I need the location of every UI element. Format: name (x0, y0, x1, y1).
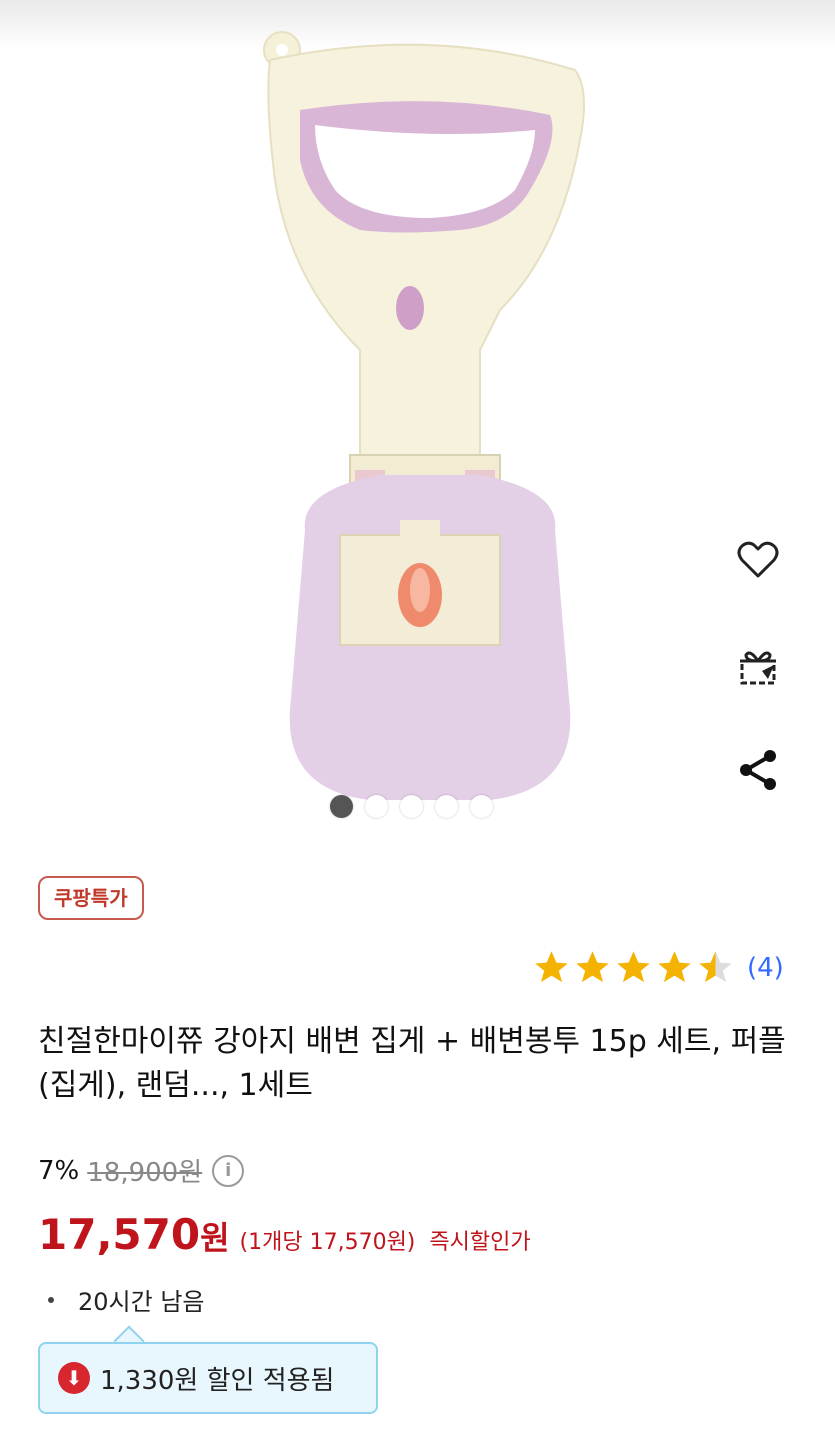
star-icon (617, 951, 650, 983)
unit-price: (1개당 17,570원) (239, 1230, 416, 1255)
rating[interactable]: (4) (532, 948, 784, 987)
carousel-indicators (330, 795, 493, 818)
sale-price-row: 17,570 원 (1개당 17,570원) 즉시할인가 (38, 1210, 531, 1259)
down-arrow-icon: ⬇ (58, 1362, 90, 1394)
bullet-icon (48, 1296, 54, 1303)
coupon-applied-box: ⬇ 1,330원 할인 적용됨 (38, 1342, 378, 1414)
carousel-dot[interactable] (330, 795, 353, 818)
half-star-icon (699, 951, 732, 983)
review-count[interactable]: (4) (747, 953, 784, 983)
carousel-dot[interactable] (470, 795, 493, 818)
gift-icon (740, 651, 776, 685)
carousel-dot[interactable] (400, 795, 423, 818)
coupon-text: 1,330원 할인 적용됨 (100, 1365, 335, 1396)
carousel-dot[interactable] (365, 795, 388, 818)
star-icon (535, 951, 568, 983)
share-button[interactable] (725, 740, 791, 800)
currency-label: 원 (200, 1219, 230, 1257)
original-price: 18,900원 (87, 1158, 203, 1188)
heart-icon (737, 541, 779, 578)
product-image[interactable] (230, 30, 630, 820)
original-price-row: 7% 18,900원 i (38, 1152, 245, 1189)
info-icon[interactable]: i (212, 1154, 245, 1187)
time-left-row: 20시간 남음 (48, 1282, 205, 1317)
product-title: 친절한마이쮸 강아지 배변 집게 + 배변봉투 15p 세트, 퍼플(집게), … (38, 1024, 786, 1103)
time-left: 20시간 남음 (78, 1288, 205, 1316)
instant-discount-label: 즉시할인가 (429, 1230, 531, 1255)
star-icon (576, 951, 609, 983)
sale-price: 17,570 (38, 1210, 201, 1259)
promo-badge: 쿠팡특가 (38, 876, 144, 920)
wishlist-button[interactable] (725, 530, 791, 590)
carousel-dot[interactable] (435, 795, 458, 818)
gift-button[interactable] (725, 635, 791, 695)
share-icon (740, 750, 776, 790)
discount-rate: 7% (38, 1155, 80, 1186)
star-icon (658, 951, 691, 983)
